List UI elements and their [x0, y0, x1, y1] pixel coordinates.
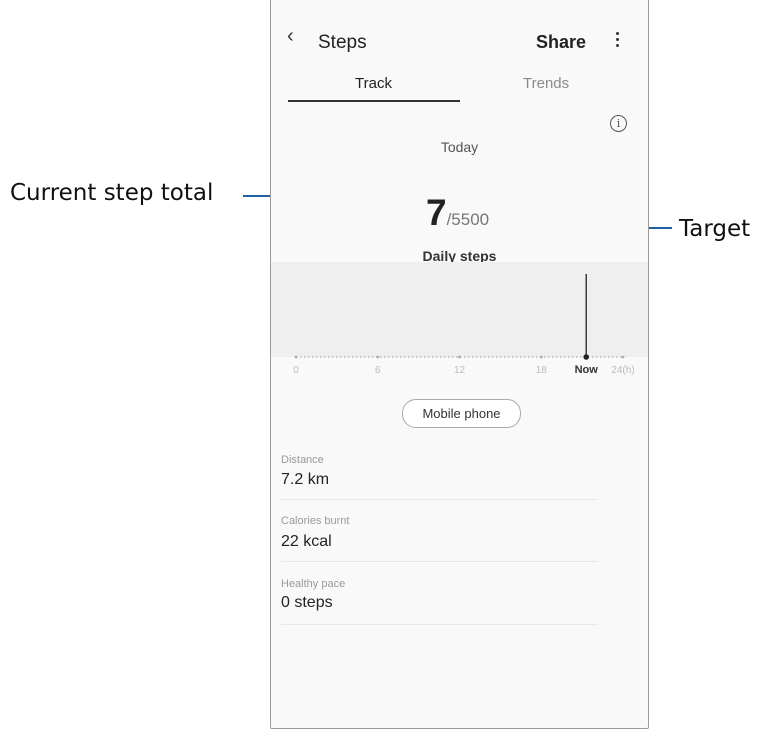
calories-value: 22 kcal: [281, 533, 332, 550]
info-icon[interactable]: i: [610, 115, 627, 132]
phone-screen: ‹ Steps Share Track Trends i Today 7/550…: [270, 0, 649, 729]
distance-label: Distance: [281, 454, 324, 466]
healthy-pace-value: 0 steps: [281, 594, 333, 611]
callout-current-step-total: Current step total: [10, 180, 214, 206]
app-bar: ‹ Steps Share: [271, 0, 648, 59]
chart-tick: [294, 355, 298, 359]
chevron-left-icon[interactable]: ‹: [287, 26, 294, 46]
current-step-total: 7: [426, 192, 447, 233]
share-button[interactable]: Share: [536, 32, 586, 53]
tab-trends[interactable]: Trends: [523, 75, 569, 92]
divider: [281, 561, 598, 562]
distance-value: 7.2 km: [281, 471, 330, 488]
step-count: 7/5500: [426, 192, 489, 234]
step-target: /5500: [446, 210, 490, 229]
tick-label: 24(h): [611, 365, 634, 376]
active-tab-indicator: [288, 100, 460, 102]
divider: [281, 624, 598, 625]
chart-tick: [621, 355, 625, 359]
chart-tick: [539, 355, 543, 359]
calories-label: Calories burnt: [281, 515, 350, 527]
tick-label: 18: [536, 365, 548, 376]
tab-track[interactable]: Track: [355, 75, 392, 92]
tick-label: 6: [375, 365, 381, 376]
callout-target: Target: [679, 216, 751, 242]
divider: [281, 499, 598, 500]
tick-label: 0: [293, 365, 299, 376]
healthy-pace-label: Healthy pace: [281, 578, 346, 590]
page-title: Steps: [318, 32, 367, 53]
tick-label-now: Now: [575, 364, 599, 376]
more-vertical-icon[interactable]: [611, 29, 623, 51]
tick-label: 12: [454, 365, 466, 376]
device-selector-button[interactable]: Mobile phone: [402, 399, 521, 428]
tab-bar: Track Trends: [271, 69, 648, 103]
now-marker-dot: [583, 354, 590, 360]
hourly-steps-chart: 0 6 12 18 Now 24(h): [271, 262, 648, 382]
chart-tick: [376, 355, 380, 359]
chart-svg: 0 6 12 18 Now 24(h): [293, 274, 635, 376]
chart-tick: [458, 355, 461, 359]
day-label: Today: [440, 139, 479, 155]
